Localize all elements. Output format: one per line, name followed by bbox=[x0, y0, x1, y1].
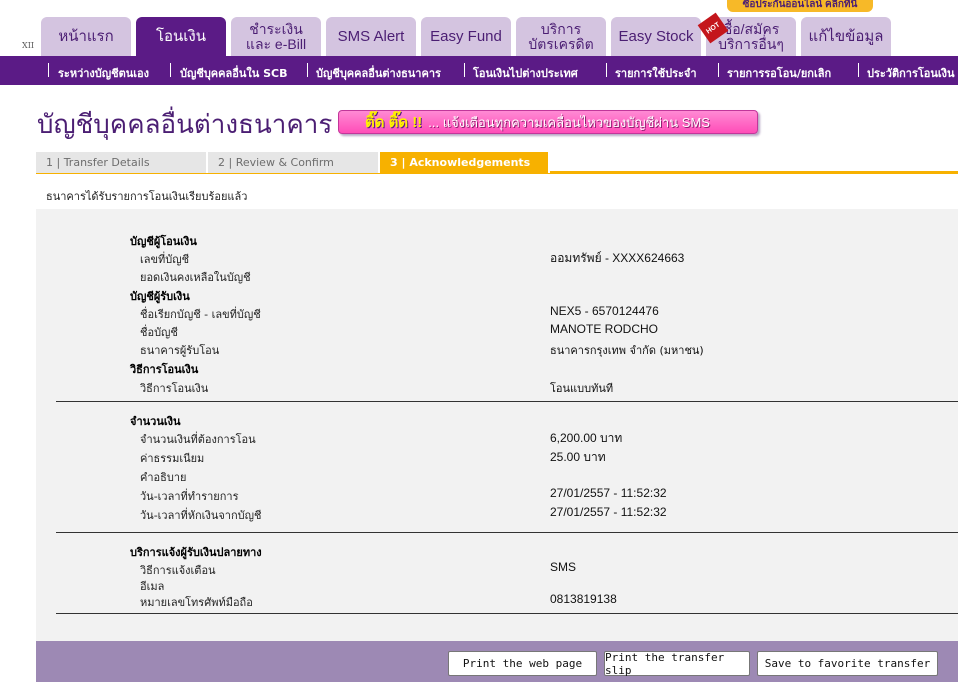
amount-section: จำนวนเงิน bbox=[130, 415, 181, 428]
to-account-section: บัญชีผู้รับเงิน bbox=[130, 290, 190, 303]
amount-value: 6,200.00 บาท bbox=[550, 431, 623, 445]
method-value: โอนแบบทันที bbox=[550, 382, 614, 395]
notify-method-value: SMS bbox=[550, 560, 577, 574]
subnav-separator bbox=[606, 63, 607, 77]
mobile-label: หมายเลขโทรศัพท์มือถือ bbox=[140, 596, 253, 609]
subnav-other-bank[interactable]: บัญชีบุคคลอื่นต่างธนาคาร bbox=[316, 64, 441, 82]
save-favorite-button[interactable]: Save to favorite transfer bbox=[757, 651, 938, 676]
step-acknowledgements: 3 | Acknowledgements bbox=[380, 152, 550, 173]
amount-label: จำนวนเงินที่ต้องการโอน bbox=[140, 433, 256, 446]
txn-time-label: วัน-เวลาที่ทำรายการ bbox=[140, 490, 239, 503]
subnav-overseas[interactable]: โอนเงินไปต่างประเทศ bbox=[473, 64, 578, 82]
tab-edit-profile[interactable]: แก้ไขข้อมูล bbox=[801, 17, 891, 56]
tab-sms-alert[interactable]: SMS Alert bbox=[326, 17, 416, 56]
receiving-bank-value: ธนาคารกรุงเทพ จำกัด (มหาชน) bbox=[550, 344, 704, 357]
transfer-subnav: ระหว่างบัญชีตนเอง บัญชีบุคคลอื่นใน SCB บ… bbox=[0, 56, 958, 85]
notify-section: บริการแจ้งผู้รับเงินปลายทาง bbox=[130, 546, 262, 559]
subnav-favorites[interactable]: รายการใช้ประจำ bbox=[615, 64, 697, 82]
top-bar: XII ซื้อประกันออนไลน์ คลิกที่นี่ หน้าแรก… bbox=[0, 0, 958, 56]
tab-home[interactable]: หน้าแรก bbox=[41, 17, 131, 56]
section-divider bbox=[56, 532, 958, 533]
tab-easy-fund[interactable]: Easy Fund bbox=[421, 17, 511, 56]
print-slip-button[interactable]: Print the transfer slip bbox=[604, 651, 750, 677]
account-name-label: ชื่อบัญชี bbox=[140, 326, 178, 339]
section-divider bbox=[56, 613, 958, 614]
tab-transfer[interactable]: โอนเงิน bbox=[136, 17, 226, 56]
progress-steps: 1 | Transfer Details 2 | Review & Confir… bbox=[36, 152, 958, 174]
method-section: วิธีการโอนเงิน bbox=[130, 363, 199, 376]
tab-payment-ebill[interactable]: ชำระเงิน และ e-Bill bbox=[231, 17, 321, 56]
method-label: วิธีการโอนเงิน bbox=[140, 382, 209, 395]
fee-label: ค่าธรรมเนียม bbox=[140, 452, 205, 465]
subnav-own-accounts[interactable]: ระหว่างบัญชีตนเอง bbox=[58, 64, 149, 82]
fee-value: 25.00 บาท bbox=[550, 450, 606, 464]
subnav-separator bbox=[718, 63, 719, 77]
subnav-separator bbox=[170, 63, 171, 77]
subnav-separator bbox=[858, 63, 859, 77]
banner-text: ... แจ้งเตือนทุกความเคลื่อนไหวของบัญชีผ่… bbox=[428, 114, 710, 130]
step-transfer-details: 1 | Transfer Details bbox=[36, 152, 208, 173]
sms-alert-banner[interactable]: ติ๊ด ติ๊ด !! ... แจ้งเตือนทุกความเคลื่อน… bbox=[338, 110, 758, 134]
receiving-bank-label: ธนาคารผู้รับโอน bbox=[140, 344, 220, 357]
mobile-value: 0813819138 bbox=[550, 592, 617, 606]
font-size-control[interactable]: XII bbox=[22, 41, 34, 50]
print-page-button[interactable]: Print the web page bbox=[448, 651, 597, 676]
description-label: คำอธิบาย bbox=[140, 471, 187, 484]
subnav-history[interactable]: ประวัติการโอนเงิน bbox=[867, 64, 955, 82]
page-title: บัญชีบุคคลอื่นต่างธนาคาร bbox=[37, 109, 333, 139]
account-name-value: MANOTE RODCHO bbox=[550, 322, 658, 336]
balance-label: ยอดเงินคงเหลือในบัญชี bbox=[140, 271, 251, 284]
section-divider bbox=[56, 401, 958, 402]
txn-time-value: 27/01/2557 - 11:52:32 bbox=[550, 486, 667, 500]
subnav-separator bbox=[464, 63, 465, 77]
tab-credit-card[interactable]: บริการ บัตรเครดิต bbox=[516, 17, 606, 56]
insurance-promo-link[interactable]: ซื้อประกันออนไลน์ คลิกที่นี่ bbox=[727, 0, 873, 12]
from-account-section: บัญชีผู้โอนเงิน bbox=[130, 235, 197, 248]
subnav-separator bbox=[48, 63, 49, 77]
subnav-separator bbox=[307, 63, 308, 77]
subnav-other-scb[interactable]: บัญชีบุคคลอื่นใน SCB bbox=[180, 64, 288, 82]
debit-time-value: 27/01/2557 - 11:52:32 bbox=[550, 505, 667, 519]
step-review-confirm: 2 | Review & Confirm bbox=[208, 152, 380, 173]
debit-time-label: วัน-เวลาที่หักเงินจากบัญชี bbox=[140, 509, 262, 522]
account-no-label: เลขที่บัญชี bbox=[140, 253, 190, 266]
account-no-value: ออมทรัพย์ - XXXX624663 bbox=[550, 251, 685, 265]
tab-easy-stock[interactable]: Easy Stock bbox=[611, 17, 701, 56]
subnav-pending[interactable]: รายการรอโอน/ยกเลิก bbox=[727, 64, 831, 82]
nickname-label: ชื่อเรียกบัญชี - เลขที่บัญชี bbox=[140, 308, 261, 321]
status-message: ธนาคารได้รับรายการโอนเงินเรียบร้อยแล้ว bbox=[46, 190, 248, 203]
banner-tag: ติ๊ด ติ๊ด !! bbox=[365, 114, 423, 131]
nickname-value: NEX5 - 6570124476 bbox=[550, 304, 659, 318]
